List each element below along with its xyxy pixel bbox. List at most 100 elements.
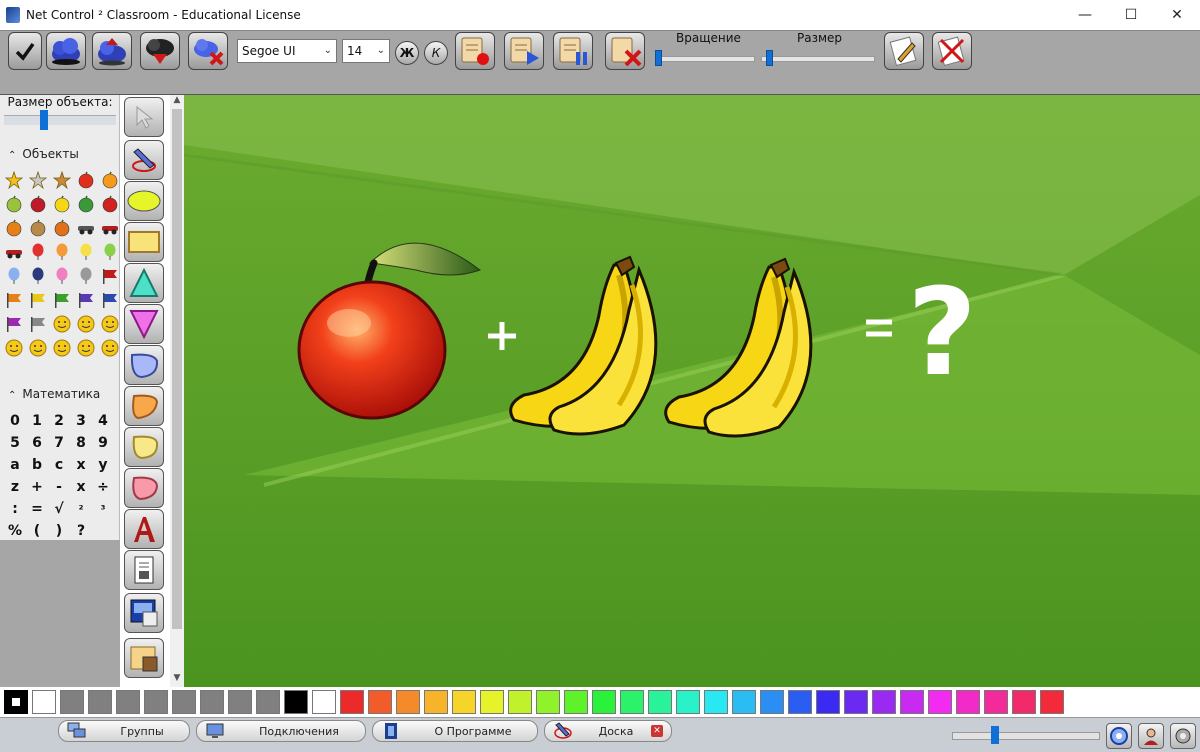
- flag-purple-icon[interactable]: [74, 288, 98, 312]
- color-swatch[interactable]: [144, 690, 168, 714]
- objects-section-header[interactable]: ⌃ Объекты: [0, 147, 120, 161]
- motorcycle-icon[interactable]: [98, 216, 122, 240]
- color-swatch[interactable]: [368, 690, 392, 714]
- flag-green-icon[interactable]: [50, 288, 74, 312]
- play-button[interactable]: [504, 32, 544, 70]
- pumpkin-icon[interactable]: [2, 216, 26, 240]
- edit-pen-button[interactable]: [884, 32, 924, 70]
- zoom-slider[interactable]: [952, 732, 1100, 740]
- scrollbar-thumb[interactable]: [172, 109, 182, 629]
- yellow-shape-tool-button[interactable]: [124, 427, 164, 467]
- balloon-yellow-icon[interactable]: [74, 240, 98, 264]
- user-button[interactable]: [1138, 723, 1164, 749]
- math-symbol[interactable]: 8: [70, 432, 92, 454]
- color-swatch[interactable]: [1012, 690, 1036, 714]
- flag-gray-icon[interactable]: [26, 312, 50, 336]
- size-slider[interactable]: [761, 56, 875, 62]
- color-swatch[interactable]: [480, 690, 504, 714]
- color-swatch[interactable]: [984, 690, 1008, 714]
- color-swatch[interactable]: [928, 690, 952, 714]
- tab-groups[interactable]: Группы: [58, 720, 190, 742]
- color-swatch[interactable]: [200, 690, 224, 714]
- rotation-slider[interactable]: [655, 56, 755, 62]
- color-swatch[interactable]: [872, 690, 896, 714]
- color-swatch[interactable]: [956, 690, 980, 714]
- math-symbol[interactable]: +: [26, 476, 48, 498]
- color-swatch[interactable]: [340, 690, 364, 714]
- car-icon[interactable]: [2, 240, 26, 264]
- maximize-icon[interactable]: ☐: [1108, 0, 1154, 30]
- balloon-blue-icon[interactable]: [2, 264, 26, 288]
- smiley-surprised-icon[interactable]: [2, 336, 26, 360]
- color-swatch[interactable]: [592, 690, 616, 714]
- math-symbol[interactable]: 4: [92, 410, 114, 432]
- math-symbol[interactable]: %: [4, 520, 26, 542]
- apple-icon[interactable]: [74, 168, 98, 192]
- rotation-slider-thumb[interactable]: [655, 50, 662, 66]
- balloon-green-icon[interactable]: [98, 240, 122, 264]
- math-symbol[interactable]: :: [4, 498, 26, 520]
- star-bronze-icon[interactable]: [50, 168, 74, 192]
- italic-button[interactable]: К: [424, 41, 448, 65]
- balloon-navy-icon[interactable]: [26, 264, 50, 288]
- math-symbol[interactable]: a: [4, 454, 26, 476]
- color-swatch[interactable]: [760, 690, 784, 714]
- balloon-pink-icon[interactable]: [50, 264, 74, 288]
- smiley-spiral-icon[interactable]: [98, 336, 122, 360]
- rectangle-tool-button[interactable]: [124, 222, 164, 262]
- color-swatch[interactable]: [116, 690, 140, 714]
- color-swatch[interactable]: [1040, 690, 1064, 714]
- math-symbol[interactable]: ?: [70, 520, 92, 542]
- record-button[interactable]: [455, 32, 495, 70]
- math-symbol[interactable]: y: [92, 454, 114, 476]
- image-tool-button[interactable]: [124, 550, 164, 590]
- strawberry-icon[interactable]: [98, 192, 122, 216]
- color-swatch[interactable]: [508, 690, 532, 714]
- smiley-shocked-icon[interactable]: [26, 336, 50, 360]
- color-swatch[interactable]: [844, 690, 868, 714]
- tab-connections[interactable]: Подключения: [196, 720, 366, 742]
- close-icon[interactable]: ✕: [1154, 0, 1200, 30]
- math-symbol[interactable]: x: [70, 476, 92, 498]
- math-symbol[interactable]: =: [26, 498, 48, 520]
- math-symbol[interactable]: x: [70, 454, 92, 476]
- help-button[interactable]: [1106, 723, 1132, 749]
- inverted-triangle-tool-button[interactable]: [124, 304, 164, 344]
- color-swatch[interactable]: [676, 690, 700, 714]
- color-swatch[interactable]: [732, 690, 756, 714]
- color-swatch[interactable]: [704, 690, 728, 714]
- color-swatch[interactable]: [172, 690, 196, 714]
- bold-button[interactable]: Ж: [395, 41, 419, 65]
- cloud-delete-button[interactable]: [188, 32, 228, 70]
- tab-about[interactable]: О Программе: [372, 720, 538, 742]
- smiley-sad-icon[interactable]: [98, 312, 122, 336]
- ellipse-tool-button[interactable]: [124, 181, 164, 221]
- math-symbol[interactable]: 6: [26, 432, 48, 454]
- color-swatch[interactable]: [788, 690, 812, 714]
- math-symbol[interactable]: 2: [48, 410, 70, 432]
- math-symbol[interactable]: 0: [4, 410, 26, 432]
- smiley-neutral-icon[interactable]: [74, 312, 98, 336]
- delete-recording-button[interactable]: [605, 32, 645, 70]
- cherries-icon[interactable]: [26, 192, 50, 216]
- math-symbol[interactable]: 5: [4, 432, 26, 454]
- flag-yellow-icon[interactable]: [26, 288, 50, 312]
- math-symbol[interactable]: b: [26, 454, 48, 476]
- color-swatch[interactable]: [536, 690, 560, 714]
- star-silver-icon[interactable]: [26, 168, 50, 192]
- zoom-slider-thumb[interactable]: [991, 726, 1000, 744]
- star-gold-icon[interactable]: [2, 168, 26, 192]
- math-symbol[interactable]: √: [48, 498, 70, 520]
- flag-red-icon[interactable]: [98, 264, 122, 288]
- math-symbol[interactable]: 7: [48, 432, 70, 454]
- font-family-select[interactable]: Segoe UI ⌄: [237, 39, 337, 63]
- close-tab-icon[interactable]: ✕: [651, 725, 663, 737]
- balloon-red-icon[interactable]: [26, 240, 50, 264]
- flag-blue-icon[interactable]: [98, 288, 122, 312]
- blue-shape-tool-button[interactable]: [124, 345, 164, 385]
- balloon-orange-icon[interactable]: [50, 240, 74, 264]
- color-swatch[interactable]: [312, 690, 336, 714]
- object-size-slider[interactable]: [4, 115, 116, 125]
- math-symbol[interactable]: z: [4, 476, 26, 498]
- color-swatch[interactable]: [284, 690, 308, 714]
